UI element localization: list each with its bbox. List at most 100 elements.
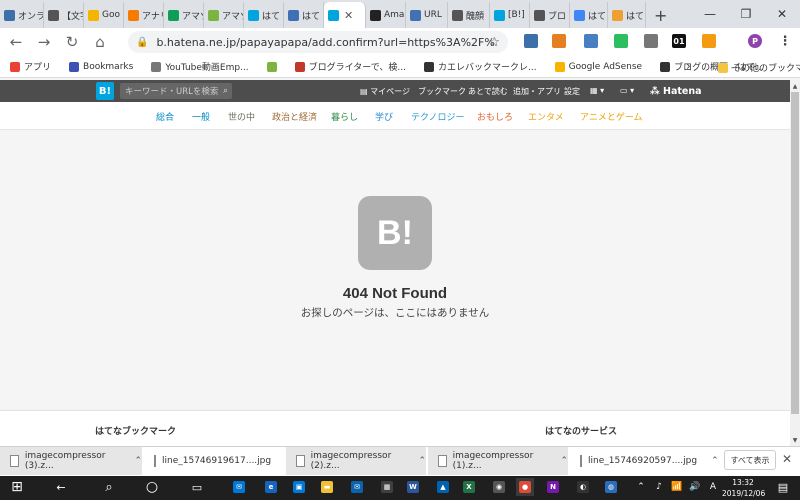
keyword-search-input[interactable]: キーワード・URLを検索 ⌕ (120, 83, 232, 99)
action-center-icon[interactable]: ▤ (774, 478, 792, 496)
image-icon[interactable] (644, 34, 658, 48)
scroll-down-arrow-icon[interactable]: ▼ (790, 435, 800, 445)
taskbar-app[interactable]: ▬ (318, 478, 336, 496)
tab[interactable]: Ama (366, 2, 406, 28)
notification-comment-icon[interactable]: ▭ ▾ (620, 86, 634, 95)
tab[interactable]: はて (244, 2, 284, 28)
rss-icon[interactable] (702, 34, 716, 48)
download-item[interactable]: line_15746919617....jpg⌃ (144, 447, 293, 475)
home-button[interactable]: ⌂ (86, 28, 114, 56)
close-window-button[interactable]: ✕ (764, 0, 800, 28)
tab[interactable]: URL (406, 2, 448, 28)
close-download-shelf-icon[interactable]: ✕ (782, 452, 792, 466)
category-tab[interactable]: エンタメ (528, 110, 564, 123)
taskbar-app[interactable]: e (262, 478, 280, 496)
taskbar-search-icon[interactable]: ⌕ (100, 478, 118, 496)
minimize-button[interactable]: — (692, 0, 728, 28)
bookmark-star-icon[interactable]: ☆ (488, 35, 500, 50)
taskbar-app[interactable]: X (460, 478, 478, 496)
speaker-icon[interactable]: ♪ (650, 478, 668, 496)
category-tab[interactable]: アニメとゲーム (580, 110, 643, 123)
bookmark-item[interactable]: Bookmarks (63, 61, 139, 72)
taskbar-app[interactable]: ▦ (378, 478, 396, 496)
taskbar-app[interactable]: ▣ (290, 478, 308, 496)
tab[interactable]: [B!] (490, 2, 530, 28)
forward-button[interactable]: → (30, 28, 58, 56)
task-view-icon[interactable]: ▭ (188, 478, 206, 496)
bookmark-item[interactable]: ブログライターで、検... (289, 60, 412, 73)
taskbar-back-icon[interactable]: ← (52, 478, 70, 496)
tab[interactable]: Goo (84, 2, 124, 28)
chart-icon[interactable] (552, 34, 566, 48)
taskbar-app[interactable]: ◐ (574, 478, 592, 496)
taskbar-app[interactable]: ◍ (602, 478, 620, 496)
mypage-link[interactable]: ▤ マイページ (360, 86, 410, 97)
download-options-chevron-icon[interactable]: ⌃ (134, 456, 142, 466)
scroll-up-arrow-icon[interactable]: ▲ (790, 81, 800, 91)
tab[interactable]: アマゾ (164, 2, 204, 28)
tab-close-icon[interactable]: ✕ (344, 9, 353, 22)
hatena-brand-link[interactable]: ⁂ Hatena (650, 86, 702, 97)
add-app-link[interactable]: 追加・アプリ (513, 86, 561, 97)
ime-icon[interactable]: A (704, 478, 722, 496)
download-options-chevron-icon[interactable]: ⌃ (560, 456, 568, 466)
new-tab-button[interactable]: + (646, 2, 675, 28)
back-button[interactable]: ← (2, 28, 30, 56)
tab[interactable]: ブロ (530, 2, 570, 28)
services-grid-icon[interactable]: ▦ ▾ (590, 86, 604, 95)
bookmark-link[interactable]: ブックマーク (418, 86, 466, 97)
read-later-link[interactable]: あとで読む (468, 86, 508, 97)
tab[interactable]: はて (608, 2, 646, 28)
tab[interactable]: オンラ (0, 2, 44, 28)
tab[interactable]: はて (570, 2, 608, 28)
category-tab[interactable]: 学び (375, 110, 393, 123)
hatena-bookmark-logo[interactable]: B! (96, 82, 114, 100)
download-options-chevron-icon[interactable]: ⌃ (711, 456, 719, 466)
address-bar[interactable]: 🔒 b.hatena.ne.jp/papayapapa/add.confirm?… (128, 31, 508, 53)
category-tab[interactable]: 一般 (192, 110, 210, 123)
tray-overflow-chevron-icon[interactable]: ⌃ (632, 478, 650, 496)
bookmark-item[interactable]: アプリ (0, 60, 57, 73)
category-tab[interactable]: 暮らし (331, 110, 358, 123)
url-text[interactable]: b.hatena.ne.jp/papayapapa/add.confirm?ur… (156, 36, 496, 49)
download-item[interactable]: imagecompressor (1).z... ⌃ (428, 447, 568, 475)
other-bookmarks[interactable]: その他のブックマーク (712, 61, 800, 74)
windows-start-icon[interactable]: ⊞ (8, 478, 26, 496)
bookmark-item[interactable]: YouTube動画Emp... (145, 60, 254, 73)
01-icon[interactable]: 01 (672, 34, 686, 48)
bookmark-item[interactable]: カエレバックマークレ... (418, 60, 543, 73)
settings-link[interactable]: 設定 (564, 86, 580, 97)
tab-active[interactable]: ✕ (324, 2, 366, 28)
taskbar-clock[interactable]: 13:32 2019/12/06 (722, 477, 765, 499)
download-item[interactable]: line_15746920597....jpg ⌃ (570, 447, 719, 475)
tab[interactable]: はて (284, 2, 324, 28)
category-tab[interactable]: 総合 (156, 110, 174, 123)
category-tab[interactable]: テクノロジー (411, 110, 464, 123)
bookmark-item[interactable]: Google AdSense (549, 61, 649, 72)
show-all-downloads-button[interactable]: すべて表示 (724, 450, 776, 470)
volume-icon[interactable]: 🔊 (686, 478, 704, 496)
cortana-icon[interactable]: ○ (143, 478, 161, 496)
screen-icon[interactable] (584, 34, 598, 48)
bookmarks-more-chevron-icon[interactable]: › (686, 59, 691, 73)
reload-button[interactable]: ↻ (58, 28, 86, 56)
evernote-icon[interactable] (614, 34, 628, 48)
tab[interactable]: アマゾ (204, 2, 244, 28)
taskbar-app[interactable]: ✉ (230, 478, 248, 496)
wifi-icon[interactable]: 📶 (668, 478, 686, 496)
download-item[interactable]: imagecompressor (3).z... ⌃ (0, 447, 142, 475)
restore-button[interactable]: ❐ (728, 0, 764, 28)
chat-icon[interactable] (524, 34, 538, 48)
lock-icon[interactable]: 🔒 (136, 37, 148, 48)
menu-dots-icon[interactable]: ⋮ (778, 34, 792, 49)
download-item[interactable]: imagecompressor (2).z... ⌃ (286, 447, 426, 475)
taskbar-app[interactable]: ▲ (434, 478, 452, 496)
tab[interactable]: 【文字 (44, 2, 84, 28)
taskbar-app[interactable]: W (404, 478, 422, 496)
download-options-chevron-icon[interactable]: ⌃ (418, 456, 426, 466)
scrollbar-thumb[interactable] (791, 92, 799, 414)
category-tab[interactable]: 世の中 (228, 110, 255, 123)
taskbar-app[interactable]: ✉ (348, 478, 366, 496)
category-tab[interactable]: おもしろ (477, 110, 513, 123)
category-tab[interactable]: 政治と経済 (272, 110, 317, 123)
